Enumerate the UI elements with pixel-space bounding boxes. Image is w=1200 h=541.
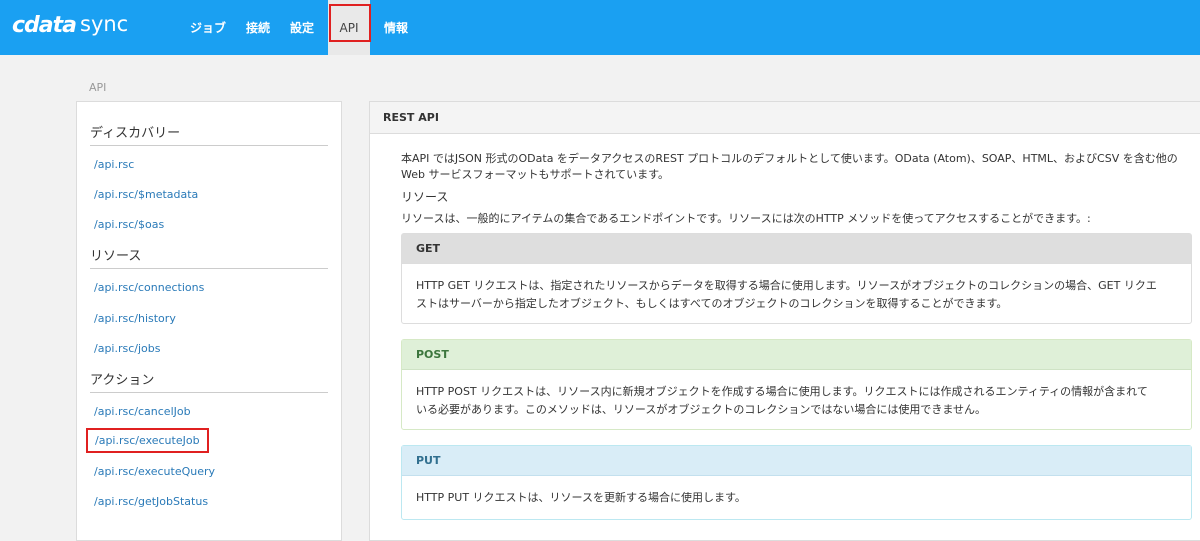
sidebar-link-executequery[interactable]: /api.rsc/executeQuery [94, 465, 215, 478]
method-desc-line: いる必要があります。このメソッドは、リソースがオブジェクトのコレクションではない… [416, 403, 987, 416]
nav-jobs[interactable]: ジョブ [180, 0, 236, 55]
method-name-put: PUT [402, 446, 1191, 476]
intro-text: 本API ではJSON 形式のOData をデータアクセスのREST プロトコル… [401, 151, 1181, 183]
sidebar-link-metadata[interactable]: /api.rsc/$metadata [94, 188, 198, 201]
method-desc-post: HTTP POST リクエストは、リソース内に新規オブジェクトを作成する場合に使… [402, 370, 1191, 419]
sidebar-heading-resources: リソース [90, 245, 328, 269]
api-sidebar: ディスカバリー /api.rsc /api.rsc/$metadata /api… [76, 101, 342, 541]
sidebar-link-history[interactable]: /api.rsc/history [94, 312, 176, 325]
method-card-get: GET HTTP GET リクエストは、指定されたリソースからデータを取得する場… [401, 233, 1192, 324]
main-nav: ジョブ 接続 設定 API 情報 [180, 0, 418, 55]
top-navbar: cdata sync ジョブ 接続 設定 API 情報 [0, 0, 1200, 55]
method-desc-line: HTTP POST リクエストは、リソース内に新規オブジェクトを作成する場合に使… [416, 385, 1148, 398]
sidebar-heading-discovery: ディスカバリー [90, 122, 328, 146]
resources-title: リソース [401, 190, 449, 204]
sidebar-link-canceljob[interactable]: /api.rsc/cancelJob [94, 405, 191, 418]
method-name-post: POST [402, 340, 1191, 370]
nav-connections[interactable]: 接続 [236, 0, 280, 55]
logo-cdata-text: cdata [12, 12, 77, 38]
cdata-sync-logo[interactable]: cdata sync [12, 10, 128, 40]
sidebar-link-getjobstatus[interactable]: /api.rsc/getJobStatus [94, 495, 208, 508]
method-desc-put: HTTP PUT リクエストは、リソースを更新する場合に使用します。 [402, 476, 1191, 507]
sidebar-link-connections[interactable]: /api.rsc/connections [94, 281, 204, 294]
rest-api-panel: REST API 本API ではJSON 形式のOData をデータアクセスのR… [369, 101, 1200, 541]
sidebar-link-api-rsc[interactable]: /api.rsc [94, 158, 134, 171]
method-card-post: POST HTTP POST リクエストは、リソース内に新規オブジェクトを作成す… [401, 339, 1192, 430]
nav-api-highlight-box [329, 4, 371, 42]
intro-line-1: 本API ではJSON 形式のOData をデータアクセスのREST プロトコル… [401, 152, 1178, 165]
panel-title: REST API [370, 102, 1200, 134]
method-name-get: GET [402, 234, 1191, 264]
nav-info[interactable]: 情報 [374, 0, 418, 55]
sidebar-link-jobs[interactable]: /api.rsc/jobs [94, 342, 161, 355]
resources-description: リソースは、一般的にアイテムの集合であるエンドポイントです。リソースには次のHT… [401, 212, 1091, 225]
method-desc-line: ストはサーバーから指定したオブジェクト、もしくはすべてのオブジェクトのコレクショ… [416, 297, 1008, 310]
method-desc-line: HTTP GET リクエストは、指定されたリソースからデータを取得する場合に使用… [416, 279, 1157, 292]
sidebar-heading-actions: アクション [90, 369, 328, 393]
method-card-put: PUT HTTP PUT リクエストは、リソースを更新する場合に使用します。 [401, 445, 1192, 520]
page-section-label: API [89, 81, 107, 94]
sidebar-link-executejob[interactable]: /api.rsc/executeJob [86, 428, 209, 453]
method-desc-line: HTTP PUT リクエストは、リソースを更新する場合に使用します。 [416, 491, 746, 504]
sidebar-link-oas[interactable]: /api.rsc/$oas [94, 218, 164, 231]
nav-settings[interactable]: 設定 [280, 0, 324, 55]
logo-sync-text: sync [80, 12, 129, 36]
intro-line-2: Web サービスフォーマットもサポートされています。 [401, 168, 670, 181]
method-desc-get: HTTP GET リクエストは、指定されたリソースからデータを取得する場合に使用… [402, 264, 1191, 313]
